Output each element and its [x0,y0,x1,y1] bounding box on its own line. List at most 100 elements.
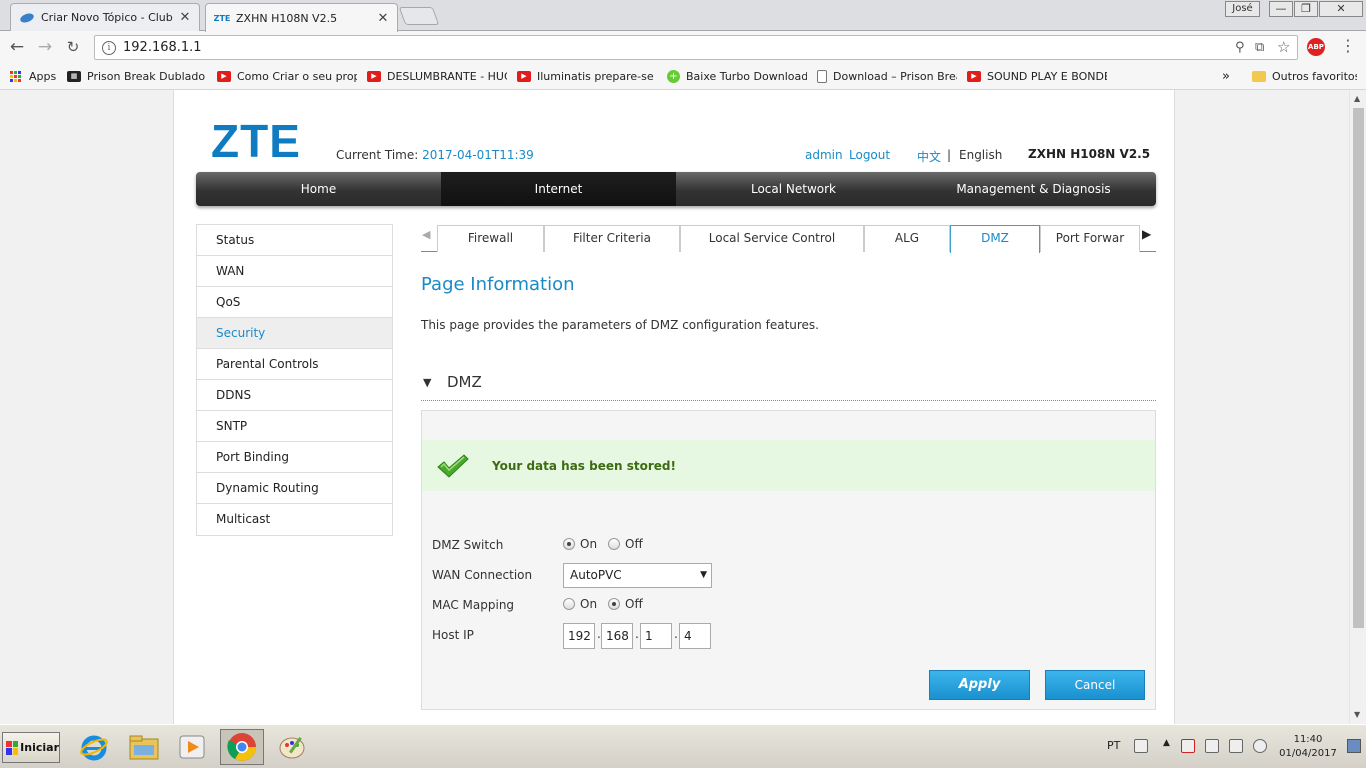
sidebar-item-security[interactable]: Security [197,318,392,349]
radio-selected-icon [563,538,575,550]
security-alert-icon[interactable] [1181,739,1195,753]
nav-home[interactable]: Home [196,172,441,206]
collapse-triangle-icon[interactable]: ▼ [423,376,431,389]
restore-icon[interactable]: ❐ [1294,1,1318,17]
tray-expand-icon[interactable]: ▲ [1163,738,1170,748]
logout-link[interactable]: Logout [849,148,890,162]
lang-separator: | [947,148,952,162]
info-icon[interactable]: i [102,41,116,55]
forward-arrow-icon[interactable]: → [34,36,56,58]
volume-icon[interactable] [1253,739,1267,753]
sidebar-item-multicast[interactable]: Multicast [197,504,392,535]
adblock-icon[interactable]: ABP [1307,38,1325,56]
usb-device-icon[interactable] [1205,739,1219,753]
tab-scroll-right-icon[interactable]: ▶ [1142,227,1151,241]
host-ip-octet-3[interactable]: 1 [640,623,672,649]
sidebar-item-qos[interactable]: QoS [197,287,392,318]
sidebar-item-port-binding[interactable]: Port Binding [197,442,392,473]
tab-scroll-left-icon[interactable]: ◀ [422,228,430,241]
minimize-icon[interactable]: — [1269,1,1293,17]
dmz-switch-on-radio[interactable]: On [563,537,597,551]
tab-local-service-control[interactable]: Local Service Control [680,225,864,252]
scroll-up-icon[interactable]: ▲ [1354,94,1360,103]
host-ip-octet-1[interactable]: 192 [563,623,595,649]
sidebar-item-status[interactable]: Status [197,225,392,256]
tab-alg[interactable]: ALG [864,225,950,252]
lang-chinese-link[interactable]: 中文 [917,148,941,165]
tab-filter-criteria[interactable]: Filter Criteria [544,225,680,252]
star-icon[interactable]: ☆ [1277,38,1290,56]
nav-management-diagnosis[interactable]: Management & Diagnosis [911,172,1156,206]
nav-internet[interactable]: Internet [441,172,676,206]
reload-icon[interactable]: ↻ [62,36,84,58]
nav-local-network[interactable]: Local Network [676,172,911,206]
bookmark-sound-play[interactable]: ▶ SOUND PLAY E BONDE T [967,68,1107,84]
vertical-scrollbar[interactable]: ▲ ▼ [1349,90,1366,724]
sidebar-item-dynamic-routing[interactable]: Dynamic Routing [197,473,392,504]
lang-english-link[interactable]: English [959,148,1002,162]
translate-icon[interactable]: ⧉ [1255,40,1264,55]
sidebar-item-parental-controls[interactable]: Parental Controls [197,349,392,380]
browser-tab-router[interactable]: ZTE ZXHN H108N V2.5 ✕ [205,3,398,32]
language-indicator[interactable]: PT [1107,739,1120,752]
address-bar[interactable]: i 192.168.1.1 ⚲ ⧉ ☆ [94,35,1298,60]
clock-time: 11:40 [1293,734,1323,745]
tab-port-forwarding[interactable]: Port Forwar [1040,225,1140,252]
close-icon[interactable]: ✕ [377,11,389,26]
network-icon[interactable] [1229,739,1243,753]
zte-icon: ZTE [213,13,231,23]
back-arrow-icon[interactable]: ← [6,36,28,58]
host-ip-octet-2[interactable]: 168 [601,623,633,649]
host-ip-octet-4[interactable]: 4 [679,623,711,649]
bookmark-download-prison[interactable]: Download – Prison Break [817,68,957,84]
start-button[interactable]: Iniciar [2,732,60,763]
profile-button[interactable]: José [1225,1,1260,17]
window-close-icon[interactable]: ✕ [1319,1,1363,17]
file-explorer-icon[interactable] [122,729,166,765]
mac-mapping-off-radio[interactable]: Off [608,597,643,611]
bookmark-baixe-turbo[interactable]: + Baixe Turbo Downloads [667,68,807,84]
apply-button[interactable]: Apply [929,670,1030,700]
bookmarks-overflow-button[interactable]: » [1222,68,1234,84]
close-icon[interactable]: ✕ [179,10,191,25]
paint-icon[interactable] [270,729,314,765]
dmz-section-header[interactable]: ▼ DMZ [421,372,1156,401]
url-text[interactable]: 192.168.1.1 [123,39,202,56]
router-page: ZTE Current Time: 2017-04-01T11:39 admin… [173,90,1175,724]
wan-connection-select[interactable]: AutoPVC ▼ [563,563,712,588]
bookmark-como-criar[interactable]: ▶ Como Criar o seu propric [217,68,357,84]
keyboard-icon[interactable] [1134,739,1148,753]
scrollbar-thumb[interactable] [1353,108,1364,628]
clock-date: 01/04/2017 [1279,748,1337,759]
chrome-icon[interactable] [220,729,264,765]
dmz-switch-off-radio[interactable]: Off [608,537,643,551]
youtube-icon: ▶ [367,70,381,82]
success-message: Your data has been stored! [492,459,676,473]
bookmark-deslumbrante[interactable]: ▶ DESLUMBRANTE - HUGO [367,68,507,84]
menu-dots-icon[interactable]: ⋮ [1340,36,1356,56]
media-player-icon[interactable] [170,729,214,765]
bookmark-iluminatis[interactable]: ▶ Iluminatis prepare-se dv [517,68,657,84]
other-bookmarks-folder[interactable]: Outros favoritos [1252,68,1357,84]
new-tab-button[interactable] [398,7,440,25]
admin-user-link[interactable]: admin [805,148,843,162]
tab-firewall[interactable]: Firewall [437,225,544,252]
mac-mapping-label: MAC Mapping [432,598,515,612]
show-desktop-icon[interactable] [1347,739,1361,753]
sidebar-item-wan[interactable]: WAN [197,256,392,287]
internet-explorer-icon[interactable] [72,729,116,765]
mac-mapping-on-radio[interactable]: On [563,597,597,611]
sidebar-item-ddns[interactable]: DDNS [197,380,392,411]
dmz-switch-label: DMZ Switch [432,538,504,552]
bookmark-apps[interactable]: Apps [10,68,62,84]
bookmark-prison-break[interactable]: ▦ Prison Break Dublado – ( [67,68,207,84]
browser-tab-clube[interactable]: Criar Novo Tópico - Clube d ✕ [10,3,200,31]
system-clock[interactable]: 11:40 01/04/2017 [1275,733,1341,761]
tab-dmz[interactable]: DMZ [950,225,1040,253]
pin-icon[interactable]: ⚲ [1235,40,1245,55]
radio-empty-icon [608,538,620,550]
cancel-button[interactable]: Cancel [1045,670,1145,700]
device-model: ZXHN H108N V2.5 [1028,147,1151,161]
sidebar-item-sntp[interactable]: SNTP [197,411,392,442]
scroll-down-icon[interactable]: ▼ [1354,710,1360,719]
